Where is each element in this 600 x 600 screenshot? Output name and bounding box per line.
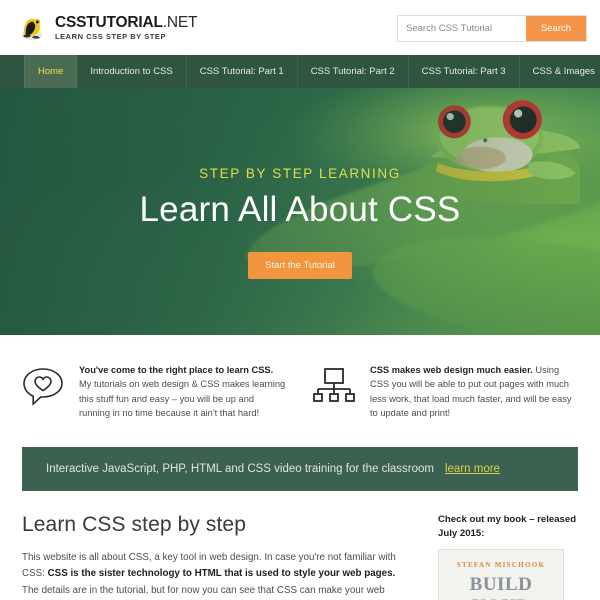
nav-item-css-tutorial-part-2[interactable]: CSS Tutorial: Part 2 xyxy=(298,55,409,88)
feature-body: My tutorials on web design & CSS makes l… xyxy=(79,379,286,419)
promo-text: Interactive JavaScript, PHP, HTML and CS… xyxy=(46,462,434,475)
main-navigation: Home Introduction to CSS CSS Tutorial: Par… xyxy=(0,55,600,88)
brand-logo-link[interactable]: CSSTUTORIAL.NET LEARN CSS STEP BY STEP xyxy=(18,13,197,43)
brand-tagline: LEARN CSS STEP BY STEP xyxy=(55,31,167,41)
intro-paragraph: This website is all about CSS, a key too… xyxy=(22,550,414,600)
hero-banner: STEP BY STEP LEARNING Learn All About CS… xyxy=(0,88,600,335)
book-author: STEFAN MISCHOOK xyxy=(456,561,546,570)
start-tutorial-button[interactable]: Start the Tutorial xyxy=(248,252,352,279)
hero-title: Learn All About CSS xyxy=(139,190,461,229)
site-header: CSSTUTORIAL.NET LEARN CSS STEP BY STEP S… xyxy=(0,0,600,55)
feature-item-learn-css: You've come to the right place to learn … xyxy=(22,363,287,421)
promo-banner: Interactive JavaScript, PHP, HTML and CS… xyxy=(22,446,578,491)
nav-item-home[interactable]: Home xyxy=(24,55,78,88)
nav-item-css-images[interactable]: CSS & Images xyxy=(520,55,600,88)
feature-lead: You've come to the right place to learn … xyxy=(79,365,274,375)
sidebar: Check out my book – released July 2015: … xyxy=(438,513,578,600)
learn-more-link[interactable]: learn more xyxy=(445,463,500,475)
feature-text: CSS makes web design much easier. Using … xyxy=(370,363,578,421)
feature-lead: CSS makes web design much easier. xyxy=(370,365,533,375)
article-content: Learn CSS step by step This website is a… xyxy=(22,513,414,600)
nav-item-css-tutorial-part-1[interactable]: CSS Tutorial: Part 1 xyxy=(187,55,298,88)
brand-tld: .NET xyxy=(162,14,198,31)
hero-kicker: STEP BY STEP LEARNING xyxy=(199,166,401,181)
nav-item-introduction-to-css[interactable]: Introduction to CSS xyxy=(77,55,187,88)
main-region: Learn CSS step by step This website is a… xyxy=(0,491,600,600)
sidebar-book-title: Check out my book – released July 2015: xyxy=(438,513,577,539)
frog-logo-icon xyxy=(18,13,48,43)
paragraph-part-2: The details are in the tutorial, but for… xyxy=(22,585,385,597)
search-button[interactable]: Search xyxy=(526,16,586,41)
feature-text: You've come to the right place to learn … xyxy=(79,363,287,421)
page-title: Learn CSS step by step xyxy=(22,512,246,536)
book-title-line: BUILD YOUR xyxy=(469,574,533,600)
paragraph-bold: CSS is the sister technology to HTML tha… xyxy=(47,568,396,580)
book-cover-image[interactable]: STEFAN MISCHOOK BUILD YOUR xyxy=(438,549,564,600)
brand-name: CSSTUTORIAL xyxy=(55,14,163,31)
promo-banner-wrapper: Interactive JavaScript, PHP, HTML and CS… xyxy=(0,443,600,491)
nav-item-css-tutorial-part-3[interactable]: CSS Tutorial: Part 3 xyxy=(409,55,520,88)
feature-blocks: You've come to the right place to learn … xyxy=(0,335,600,443)
search-form: Search xyxy=(398,16,586,41)
search-input[interactable] xyxy=(398,16,526,41)
sitemap-icon xyxy=(313,363,357,421)
heart-speech-bubble-icon xyxy=(22,363,66,421)
feature-item-web-design: CSS makes web design much easier. Using … xyxy=(313,363,578,421)
